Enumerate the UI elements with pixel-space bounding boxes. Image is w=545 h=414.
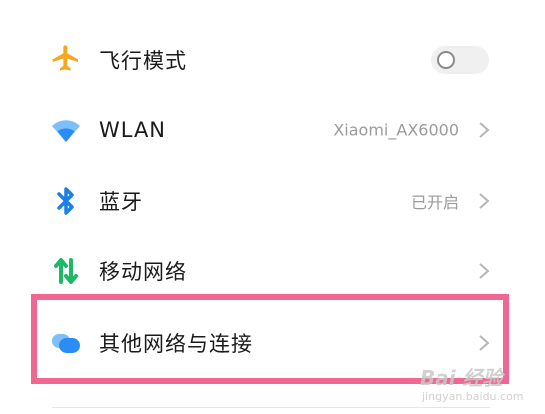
bluetooth-status: 已开启 xyxy=(410,193,459,212)
watermark-url: jingyan.baidu.com xyxy=(422,390,524,403)
settings-item-label: 移动网络 xyxy=(99,260,187,284)
airplane-icon xyxy=(48,42,84,78)
chevron-right-icon xyxy=(477,120,491,140)
settings-item-wlan[interactable]: WLAN Xiaomi_AX6000 xyxy=(0,97,545,163)
settings-item-label: 飞行模式 xyxy=(99,49,187,73)
settings-item-airplane-mode[interactable]: 飞行模式 xyxy=(0,27,545,93)
settings-item-label: 蓝牙 xyxy=(99,190,143,214)
settings-item-label: WLAN xyxy=(99,118,167,142)
toggle-knob xyxy=(437,51,455,69)
chevron-right-icon xyxy=(477,191,491,211)
chevron-right-icon xyxy=(477,261,491,281)
watermark-logo-text: Bai 经验 xyxy=(420,366,503,390)
wlan-network-name: Xiaomi_AX6000 xyxy=(333,120,459,140)
mobile-data-icon xyxy=(48,253,84,289)
wifi-icon xyxy=(48,112,84,148)
airplane-mode-toggle[interactable] xyxy=(431,46,489,74)
watermark: Bai 经验 jingyan.baidu.com xyxy=(414,360,534,410)
settings-item-bluetooth[interactable]: 蓝牙 已开启 xyxy=(0,168,545,234)
bluetooth-icon xyxy=(48,183,84,219)
